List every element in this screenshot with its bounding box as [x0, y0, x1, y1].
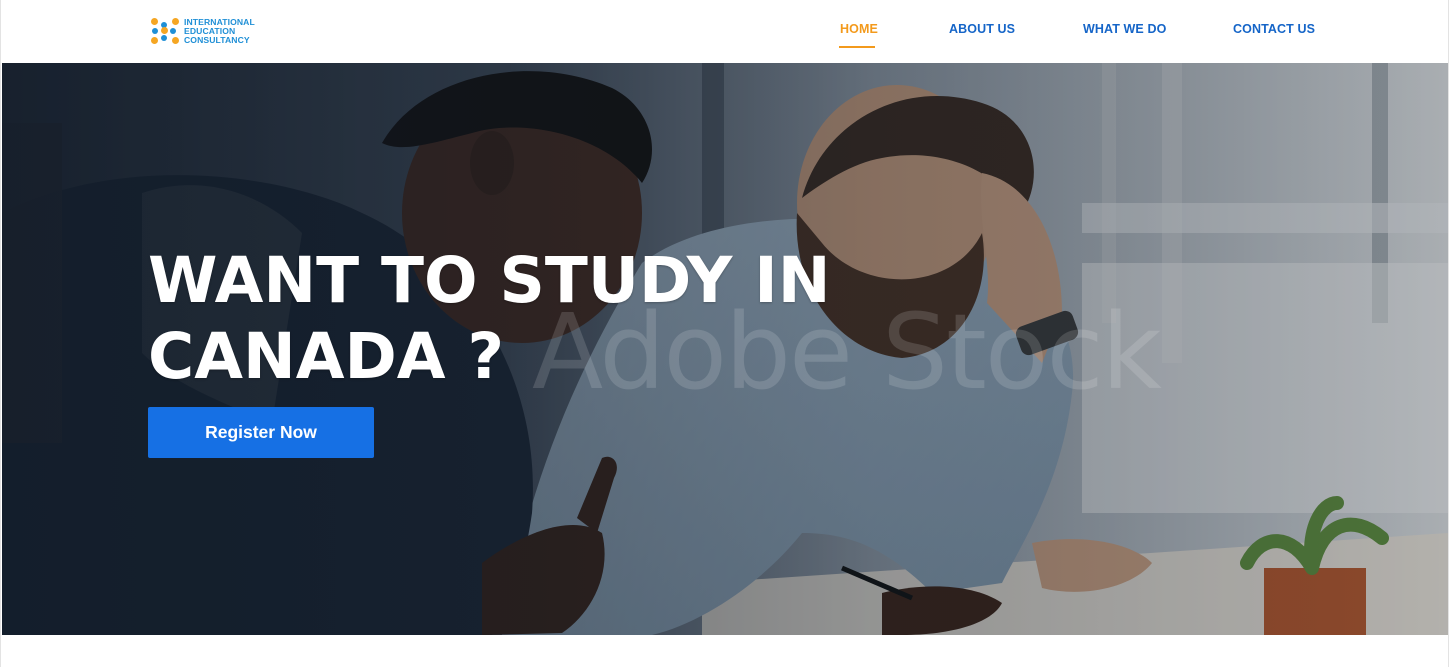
nav-active-indicator	[839, 46, 875, 48]
hero-banner: Adobe Stock WANT TO STUDY IN CANADA ? Re…	[2, 63, 1448, 635]
hero-title: WANT TO STUDY IN CANADA ?	[148, 243, 868, 395]
page: INTERNATIONAL EDUCATION CONSULTANCY HOME…	[0, 0, 1449, 667]
nav-contact-us[interactable]: CONTACT US	[1233, 22, 1315, 36]
nav-home[interactable]: HOME	[840, 22, 878, 36]
below-hero-section	[1, 635, 1448, 667]
main-nav: HOME ABOUT US WHAT WE DO CONTACT US	[1, 0, 1448, 62]
hero-title-line-2: CANADA ?	[148, 320, 505, 393]
hero-title-line-1: WANT TO STUDY IN	[148, 244, 831, 317]
site-header: INTERNATIONAL EDUCATION CONSULTANCY HOME…	[1, 0, 1448, 62]
nav-about-us[interactable]: ABOUT US	[949, 22, 1015, 36]
register-now-button[interactable]: Register Now	[148, 407, 374, 458]
nav-what-we-do[interactable]: WHAT WE DO	[1083, 22, 1166, 36]
